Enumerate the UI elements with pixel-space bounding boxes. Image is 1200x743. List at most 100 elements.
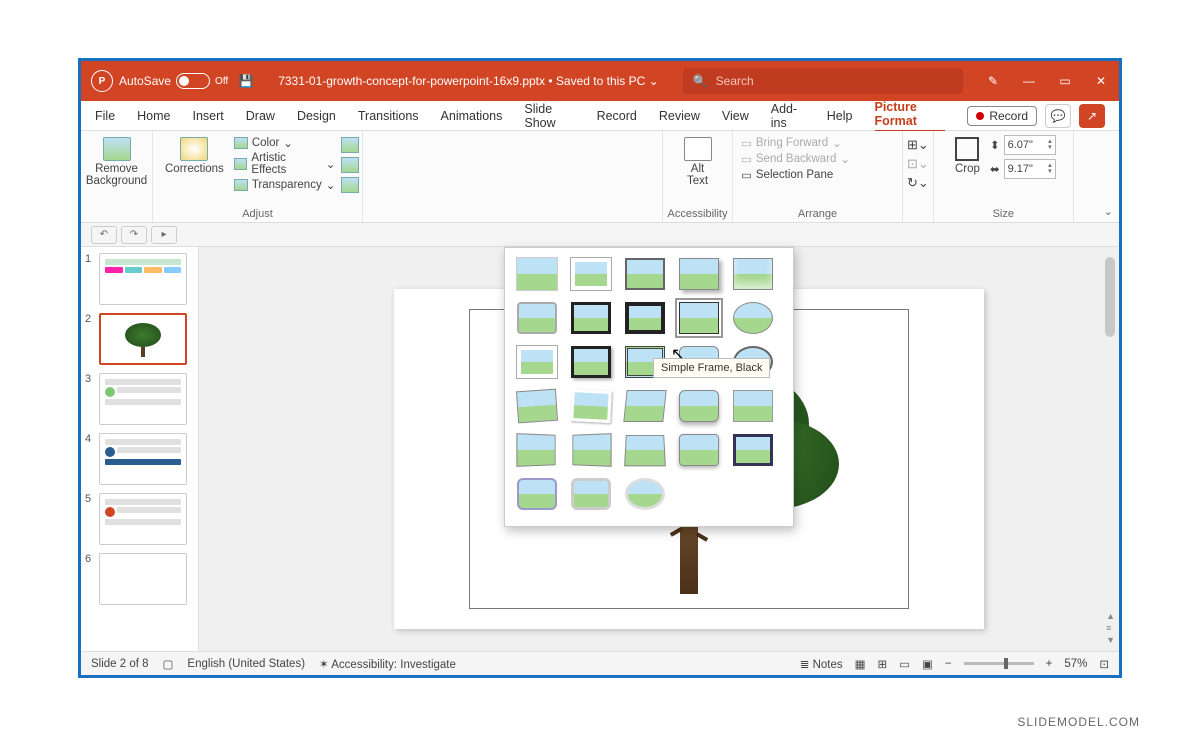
thumbnail-2[interactable]: 2: [85, 313, 194, 365]
style-simple-frame-black[interactable]: [679, 302, 719, 334]
tab-slideshow[interactable]: Slide Show: [524, 102, 574, 130]
style-option[interactable]: [517, 346, 557, 378]
scrollbar[interactable]: [1105, 257, 1115, 337]
arrange-group-label: Arrange: [798, 206, 837, 220]
undo-button[interactable]: ↶: [91, 226, 117, 244]
color-button[interactable]: Color ⌄: [234, 135, 336, 151]
style-option[interactable]: [625, 478, 665, 510]
style-option[interactable]: [571, 302, 611, 334]
style-option[interactable]: [571, 258, 611, 290]
record-button[interactable]: Record: [967, 106, 1037, 126]
align-icon[interactable]: ⊞⌄: [907, 137, 929, 153]
slideshow-button[interactable]: ▣: [922, 657, 933, 671]
transparency-icon: [234, 179, 248, 191]
share-button[interactable]: ↗: [1079, 104, 1105, 128]
thumbnail-6[interactable]: 6: [85, 553, 194, 605]
watermark: SLIDEMODEL.COM: [1017, 715, 1140, 729]
style-option[interactable]: [625, 302, 665, 334]
remove-background-button[interactable]: Remove Background: [82, 135, 151, 189]
search-input[interactable]: 🔍 Search: [683, 68, 963, 94]
style-option[interactable]: [571, 346, 611, 378]
tab-file[interactable]: File: [95, 109, 115, 123]
tab-insert[interactable]: Insert: [193, 109, 224, 123]
style-option[interactable]: [623, 390, 666, 422]
comments-button[interactable]: 💬: [1045, 104, 1071, 128]
language-indicator[interactable]: English (United States): [187, 658, 305, 670]
thumbnail-1[interactable]: 1: [85, 253, 194, 305]
thumbnail-4[interactable]: 4: [85, 433, 194, 485]
thumbnail-5[interactable]: 5: [85, 493, 194, 545]
spellcheck-icon[interactable]: ▢: [163, 657, 174, 671]
tab-design[interactable]: Design: [297, 109, 336, 123]
minimize-button[interactable]: —: [1011, 61, 1047, 101]
style-option[interactable]: [517, 302, 557, 334]
compress-icon[interactable]: [341, 137, 359, 153]
tab-animations[interactable]: Animations: [441, 109, 503, 123]
bring-forward-button[interactable]: ▭ Bring Forward ⌄: [741, 135, 894, 151]
tab-transitions[interactable]: Transitions: [358, 109, 419, 123]
slide-sorter-button[interactable]: ⊞: [878, 657, 888, 671]
normal-view-button[interactable]: ▦: [855, 657, 866, 671]
crop-label: Crop: [955, 163, 980, 175]
nav-arrows[interactable]: ▲≡▼: [1106, 611, 1115, 645]
tab-addins[interactable]: Add-ins: [771, 102, 805, 130]
style-option[interactable]: [679, 258, 719, 290]
reading-view-button[interactable]: ▭: [899, 657, 910, 671]
tab-home[interactable]: Home: [137, 109, 170, 123]
tab-record[interactable]: Record: [597, 109, 637, 123]
fit-to-window-button[interactable]: ⊡: [1099, 657, 1109, 671]
style-option[interactable]: [624, 435, 666, 466]
maximize-button[interactable]: ▭: [1047, 61, 1083, 101]
style-option[interactable]: [516, 433, 555, 467]
group-icon[interactable]: ⊡⌄: [907, 156, 929, 172]
reset-picture-icon[interactable]: [341, 177, 359, 193]
zoom-in-button[interactable]: +: [1046, 658, 1053, 670]
zoom-out-button[interactable]: −: [945, 658, 952, 670]
style-option[interactable]: [517, 258, 557, 290]
tab-help[interactable]: Help: [827, 109, 853, 123]
collapse-ribbon-button[interactable]: ⌄: [1104, 205, 1113, 218]
height-input[interactable]: ⬍ 6.07"▴▾: [990, 135, 1056, 155]
tab-review[interactable]: Review: [659, 109, 700, 123]
style-option[interactable]: [517, 478, 557, 510]
close-button[interactable]: ✕: [1083, 61, 1119, 101]
start-from-beginning-button[interactable]: ▸: [151, 226, 177, 244]
thumbnail-3[interactable]: 3: [85, 373, 194, 425]
style-option[interactable]: [733, 390, 773, 422]
send-backward-button[interactable]: ▭ Send Backward ⌄: [741, 151, 894, 167]
crop-button[interactable]: Crop: [951, 135, 984, 177]
style-option[interactable]: [572, 433, 611, 467]
transparency-button[interactable]: Transparency ⌄: [234, 177, 336, 193]
width-input[interactable]: ⬌ 9.17"▴▾: [990, 159, 1056, 179]
notes-button[interactable]: ≣ Notes: [800, 657, 843, 671]
style-option[interactable]: [516, 389, 558, 424]
corrections-button[interactable]: Corrections: [161, 135, 228, 193]
zoom-slider[interactable]: [964, 662, 1034, 665]
style-option[interactable]: [625, 258, 665, 290]
style-option[interactable]: [570, 389, 612, 423]
selection-pane-button[interactable]: ▭ Selection Pane: [741, 167, 894, 183]
style-option[interactable]: [571, 478, 611, 510]
coming-soon-icon[interactable]: ✎: [975, 61, 1011, 101]
save-icon[interactable]: 💾: [228, 61, 264, 101]
style-option[interactable]: [733, 302, 773, 334]
tab-view[interactable]: View: [722, 109, 749, 123]
search-placeholder: Search: [716, 74, 754, 88]
style-option[interactable]: [679, 390, 719, 422]
toggle-switch[interactable]: [176, 73, 210, 89]
zoom-level[interactable]: 57%: [1064, 658, 1087, 670]
slide-indicator[interactable]: Slide 2 of 8: [91, 658, 149, 670]
style-option[interactable]: [733, 434, 773, 466]
rotate-icon[interactable]: ↻⌄: [907, 175, 929, 191]
tab-draw[interactable]: Draw: [246, 109, 275, 123]
redo-button[interactable]: ↷: [121, 226, 147, 244]
autosave-toggle[interactable]: AutoSave Off: [119, 73, 228, 89]
accessibility-indicator[interactable]: ✶ Accessibility: Investigate: [319, 657, 456, 671]
change-picture-icon[interactable]: [341, 157, 359, 173]
artistic-effects-button[interactable]: Artistic Effects ⌄: [234, 151, 336, 177]
tab-picture-format[interactable]: Picture Format: [875, 100, 946, 132]
alt-text-button[interactable]: Alt Text: [680, 135, 716, 189]
style-option[interactable]: [679, 434, 719, 466]
powerpoint-window: P AutoSave Off 💾 7331-01-growth-concept-…: [78, 58, 1122, 678]
style-option[interactable]: [733, 258, 773, 290]
